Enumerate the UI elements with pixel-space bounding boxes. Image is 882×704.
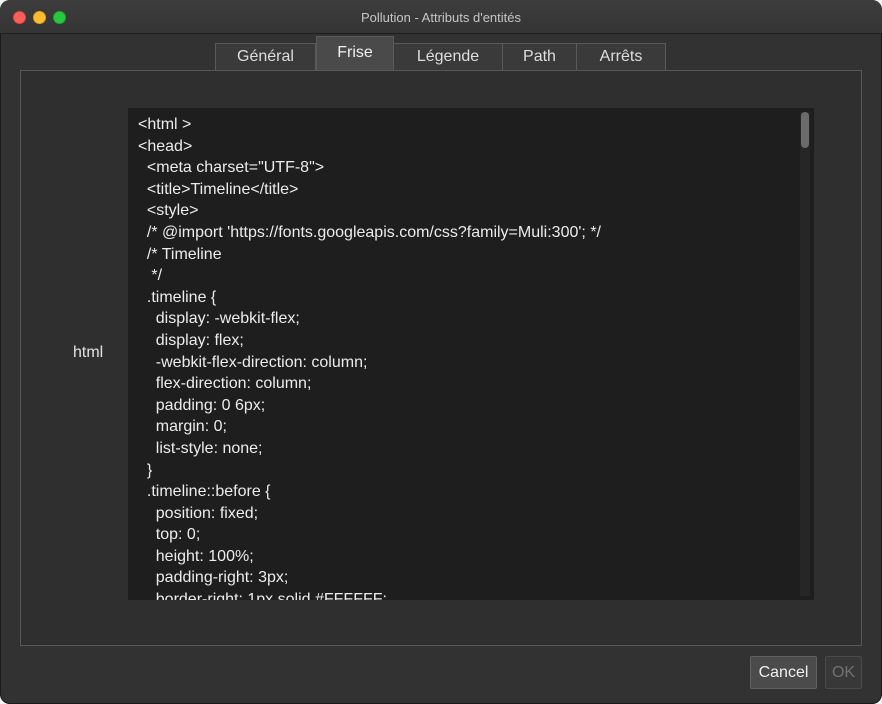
tab-bar: Général Frise Légende Path Arrêts (215, 36, 666, 70)
scrollbar-thumb[interactable] (801, 112, 809, 148)
dialog-window: Pollution - Attributs d'entités Général … (0, 0, 882, 704)
code-text[interactable]: <html > <head> <meta charset="UTF-8"> <t… (138, 114, 788, 600)
cancel-button[interactable]: Cancel (750, 656, 817, 689)
ok-button[interactable]: OK (825, 656, 862, 689)
window-title: Pollution - Attributs d'entités (360, 10, 521, 25)
editor-scrollbar[interactable] (800, 112, 810, 596)
tab-general[interactable]: Général (215, 43, 316, 70)
tab-legende[interactable]: Légende (394, 43, 503, 70)
tab-arrets[interactable]: Arrêts (577, 43, 666, 70)
html-field-label: html (73, 344, 104, 361)
html-code-editor[interactable]: <html > <head> <meta charset="UTF-8"> <t… (128, 108, 814, 600)
title-bar: Pollution - Attributs d'entités (0, 0, 882, 34)
tab-content-panel: html <html > <head> <meta charset="UTF-8… (20, 70, 862, 646)
tab-path[interactable]: Path (503, 43, 577, 70)
tab-frise[interactable]: Frise (316, 36, 394, 70)
